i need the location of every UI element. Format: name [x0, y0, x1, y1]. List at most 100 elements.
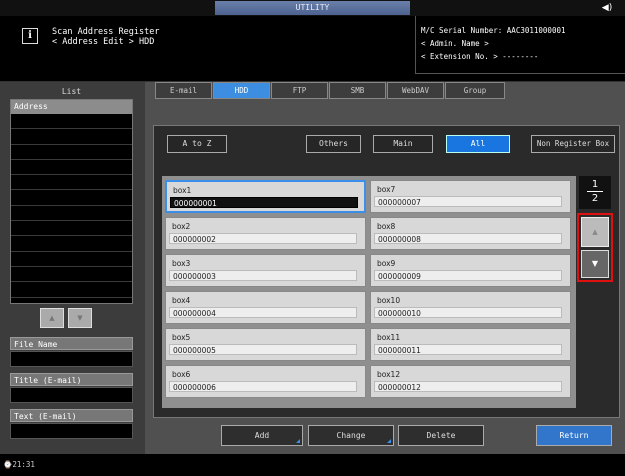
list-item[interactable]	[11, 267, 132, 283]
title-email-label: Title (E-mail)	[10, 373, 133, 386]
address-header: Address	[11, 100, 132, 114]
clock-icon: ⌚	[3, 460, 13, 469]
left-panel: List Address ▲ ▼ File Name Title (E-mail…	[0, 82, 145, 454]
list-item[interactable]	[11, 282, 132, 298]
box-name: box3	[172, 259, 191, 268]
a-to-z-button[interactable]: A to Z	[167, 135, 227, 153]
box-name: box8	[377, 222, 396, 231]
tab-ftp[interactable]: FTP	[271, 82, 328, 99]
box-name: box9	[377, 259, 396, 268]
address-list: Address	[10, 99, 133, 304]
list-item[interactable]	[11, 236, 132, 252]
extension-number: < Extension No. > --------	[421, 52, 539, 61]
list-item[interactable]	[11, 145, 132, 160]
clock-time: 21:31	[12, 460, 35, 469]
mode-title: UTILITY	[215, 1, 410, 15]
list-item[interactable]	[11, 221, 132, 237]
add-button[interactable]: Add	[221, 425, 303, 446]
tab-email[interactable]: E-mail	[155, 82, 212, 99]
list-title: List	[61, 87, 82, 96]
box-number: 000000004	[169, 307, 357, 318]
box-item-box2[interactable]: box2 000000002	[165, 217, 366, 250]
list-item[interactable]	[11, 252, 132, 267]
screen-title-line2: < Address Edit > HDD	[52, 37, 155, 47]
box-item-box9[interactable]: box9 000000009	[370, 254, 571, 287]
page-up-button[interactable]: ▲	[581, 217, 609, 247]
tab-smb[interactable]: SMB	[329, 82, 386, 99]
file-name-field[interactable]	[10, 351, 133, 367]
box-number: 000000011	[374, 344, 562, 355]
change-button[interactable]: Change	[308, 425, 394, 446]
box-name: box10	[377, 296, 401, 305]
box-item-box11[interactable]: box11 000000011	[370, 328, 571, 361]
box-number: 000000006	[169, 381, 357, 392]
tab-webdav[interactable]: WebDAV	[387, 82, 444, 99]
page-down-button[interactable]: ▼	[581, 250, 609, 278]
non-register-box-button[interactable]: Non Register Box	[531, 135, 615, 153]
screen-title: Scan Address Register < Address Edit > H…	[52, 27, 159, 47]
box-number: 000000012	[374, 381, 562, 392]
list-item[interactable]	[11, 175, 132, 191]
box-item-box12[interactable]: box12 000000012	[370, 365, 571, 398]
box-name: box11	[377, 333, 401, 342]
title-email-field[interactable]	[10, 387, 133, 403]
list-item[interactable]	[11, 114, 132, 130]
box-number: 000000005	[169, 344, 357, 355]
box-number: 000000003	[169, 270, 357, 281]
others-button[interactable]: Others	[306, 135, 361, 153]
submenu-marker-icon	[387, 439, 391, 443]
text-email-field[interactable]	[10, 423, 133, 439]
box-number: 000000002	[169, 233, 357, 244]
page-divider	[587, 191, 603, 192]
box-panel: A to Z Others Main All Non Register Box …	[153, 125, 620, 418]
box-name: box2	[172, 222, 191, 231]
box-item-box1[interactable]: box1 000000001	[165, 180, 366, 213]
list-item[interactable]	[11, 206, 132, 222]
serial-number: M/C Serial Number: AAC3011000001	[421, 26, 566, 35]
list-item[interactable]	[11, 190, 132, 206]
text-email-label: Text (E-mail)	[10, 409, 133, 422]
list-scroll-down-button[interactable]: ▼	[68, 308, 92, 328]
box-item-box10[interactable]: box10 000000010	[370, 291, 571, 324]
box-number: 000000007	[374, 196, 562, 207]
current-page: 1	[591, 179, 599, 190]
box-number: 000000008	[374, 233, 562, 244]
box-item-box3[interactable]: box3 000000003	[165, 254, 366, 287]
box-name: box12	[377, 370, 401, 379]
file-name-label: File Name	[10, 337, 133, 350]
return-button[interactable]: Return	[536, 425, 612, 446]
box-name: box7	[377, 185, 396, 194]
all-button[interactable]: All	[446, 135, 510, 153]
list-scroll-controls: ▲ ▼	[40, 308, 94, 328]
total-pages: 2	[591, 193, 599, 204]
main-area: E-mail HDD FTP SMB WebDAV Group A to Z O…	[145, 82, 625, 454]
tab-group[interactable]: Group	[445, 82, 505, 99]
list-item[interactable]	[11, 160, 132, 176]
header: i Scan Address Register < Address Edit >…	[0, 16, 625, 82]
box-number: 000000010	[374, 307, 562, 318]
speaker-icon[interactable]: ◀)	[595, 1, 619, 15]
box-name: box6	[172, 370, 191, 379]
screen-title-line1: Scan Address Register	[52, 27, 160, 37]
box-number: 000000001	[170, 197, 358, 208]
box-name: box5	[172, 333, 191, 342]
add-label: Add	[254, 431, 270, 440]
delete-button[interactable]: Delete	[398, 425, 484, 446]
box-item-box7[interactable]: box7 000000007	[370, 180, 571, 213]
box-name: box4	[172, 296, 191, 305]
tab-hdd[interactable]: HDD	[213, 82, 270, 99]
box-name: box1	[173, 186, 192, 195]
top-bar: UTILITY ◀)	[0, 0, 625, 16]
machine-info: M/C Serial Number: AAC3011000001 < Admin…	[415, 16, 625, 74]
box-item-box5[interactable]: box5 000000005	[165, 328, 366, 361]
main-button[interactable]: Main	[373, 135, 433, 153]
admin-name: < Admin. Name >	[421, 39, 489, 48]
list-scroll-up-button[interactable]: ▲	[40, 308, 64, 328]
box-list: box1 000000001 box2 000000002 box3 00000…	[162, 176, 576, 408]
box-item-box6[interactable]: box6 000000006	[165, 365, 366, 398]
box-item-box4[interactable]: box4 000000004	[165, 291, 366, 324]
list-item[interactable]	[11, 129, 132, 145]
box-number: 000000009	[374, 270, 562, 281]
submenu-marker-icon	[296, 439, 300, 443]
box-item-box8[interactable]: box8 000000008	[370, 217, 571, 250]
